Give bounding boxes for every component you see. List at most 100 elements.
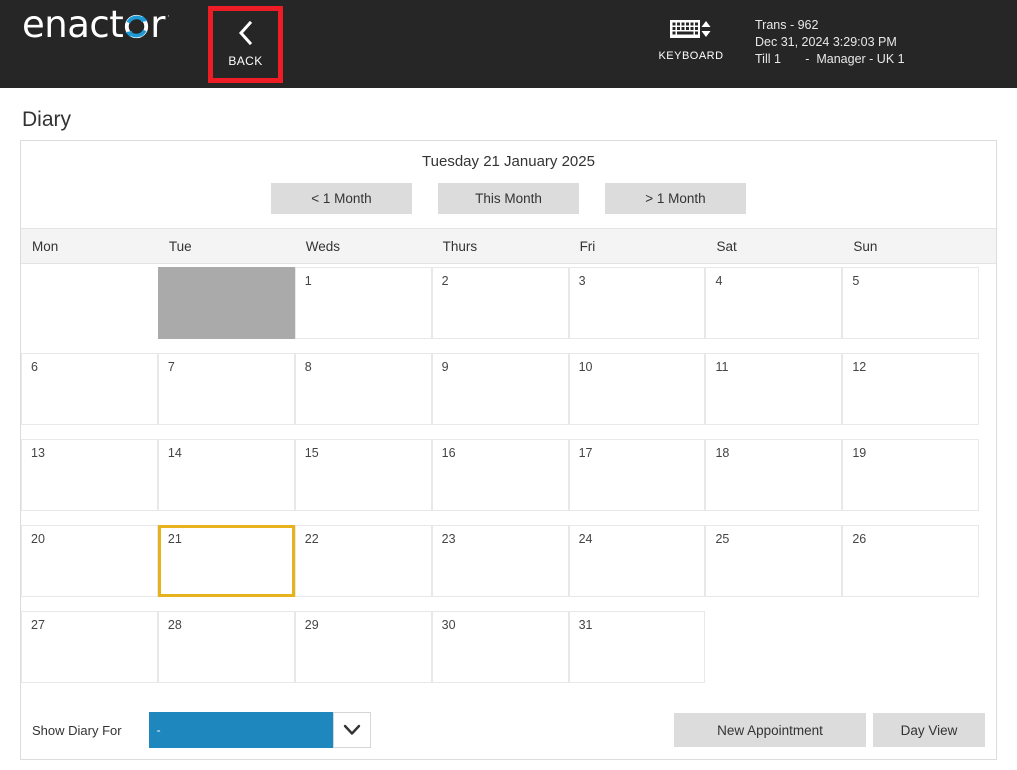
- calendar-day-number: 22: [304, 532, 319, 546]
- calendar-day-cell[interactable]: 15: [294, 439, 432, 511]
- calendar-day-cell[interactable]: 27: [21, 611, 158, 683]
- calendar-day-cell[interactable]: 20: [21, 525, 158, 597]
- new-appointment-button[interactable]: New Appointment: [674, 713, 866, 747]
- enactor-logo: enact r ·: [22, 0, 170, 88]
- calendar-day-cell[interactable]: 8: [294, 353, 432, 425]
- calendar-day-number: 17: [578, 446, 593, 460]
- keyboard-button-label: KEYBOARD: [658, 50, 724, 62]
- calendar-day-number: 21: [167, 532, 182, 546]
- keyboard-button[interactable]: KEYBOARD: [658, 12, 724, 62]
- logo-trademark: ·: [166, 12, 170, 22]
- day-of-week-header: Mon Tue Weds Thurs Fri Sat Sun: [21, 228, 996, 264]
- calendar-week-row: 27 28 29 30 31: [21, 610, 996, 696]
- calendar-cell-empty: [842, 611, 979, 683]
- calendar-day-cell[interactable]: 28: [157, 611, 295, 683]
- calendar-day-cell[interactable]: 5: [842, 267, 980, 339]
- dow-sat: Sat: [716, 238, 737, 254]
- calendar-cell-empty: [705, 611, 842, 683]
- calendar-day-number: 24: [578, 532, 593, 546]
- calendar-day-number: 31: [578, 618, 593, 632]
- calendar-day-number: 6: [31, 360, 38, 374]
- calendar-day-number: 30: [441, 618, 456, 632]
- calendar-day-number: 14: [167, 446, 182, 460]
- show-diary-for-value[interactable]: -: [148, 712, 333, 748]
- calendar-cell-empty: [21, 267, 158, 339]
- transaction-till-operator: Till 1 - Manager - UK 1: [755, 52, 905, 66]
- diary-footer: Show Diary For - New Appointment Day Vie…: [21, 701, 996, 759]
- logo-text: enact r ·: [22, 3, 170, 46]
- chevron-left-icon: [238, 20, 254, 50]
- calendar-day-number: 7: [167, 360, 175, 374]
- logo-text-after: r: [150, 3, 165, 46]
- calendar-day-number: 18: [715, 446, 730, 460]
- calendar-title: Tuesday 21 January 2025: [422, 153, 595, 170]
- calendar-grid: 1 2 3 4 5 6 7 8 9 10 11 12 13 14 15 16 17 18 19 20 21 22 23 24 2…: [21, 266, 996, 696]
- calendar-day-cell[interactable]: 2: [431, 267, 569, 339]
- chevron-down-icon[interactable]: [332, 712, 371, 748]
- calendar-day-number: 8: [304, 360, 312, 374]
- calendar-day-number: 12: [852, 360, 867, 374]
- calendar-day-cell[interactable]: 6: [21, 353, 158, 425]
- calendar-week-row: 13 14 15 16 17 18 19: [21, 438, 996, 524]
- calendar-day-cell[interactable]: 13: [21, 439, 158, 511]
- calendar-day-number: 28: [167, 618, 182, 632]
- calendar-day-cell[interactable]: 7: [157, 353, 295, 425]
- show-diary-for-label: Show Diary For: [32, 722, 122, 738]
- calendar-day-cell[interactable]: 29: [294, 611, 432, 683]
- day-view-button[interactable]: Day View: [873, 713, 985, 747]
- calendar-day-cell[interactable]: 16: [431, 439, 569, 511]
- calendar-day-cell[interactable]: 17: [568, 439, 706, 511]
- logo-text-before: enact: [22, 3, 124, 46]
- calendar-week-row: 20 21 22 23 24 25 26: [21, 524, 996, 610]
- calendar-day-number: 23: [441, 532, 456, 546]
- app-header: enact r · BACK KEYBOARD Trans - 962 Dec …: [0, 0, 1017, 88]
- transaction-id: Trans - 962: [755, 18, 819, 32]
- calendar-day-number: 16: [441, 446, 456, 460]
- calendar-day-number: 19: [852, 446, 867, 460]
- calendar-day-cell[interactable]: 31: [568, 611, 706, 683]
- prev-month-button[interactable]: < 1 Month: [271, 183, 412, 214]
- transaction-info: Trans - 962 Dec 31, 2024 3:29:03 PM Till…: [755, 17, 905, 68]
- back-button-label: BACK: [228, 53, 263, 68]
- calendar-day-cell[interactable]: 26: [842, 525, 980, 597]
- calendar-day-cell[interactable]: 10: [568, 353, 706, 425]
- calendar-day-number: 29: [304, 618, 319, 632]
- calendar-day-number: 9: [441, 360, 449, 374]
- calendar-day-cell[interactable]: 21: [157, 525, 295, 597]
- calendar-day-number: 27: [31, 618, 45, 632]
- next-month-button[interactable]: > 1 Month: [605, 183, 746, 214]
- dow-fri: Fri: [579, 238, 596, 254]
- dow-thurs: Thurs: [442, 238, 478, 254]
- calendar-day-cell[interactable]: 3: [568, 267, 706, 339]
- calendar-day-cell[interactable]: 12: [842, 353, 980, 425]
- calendar-nav: < 1 Month This Month > 1 Month: [21, 183, 996, 214]
- keyboard-icon: [668, 12, 714, 46]
- calendar-day-number: 25: [715, 532, 730, 546]
- calendar-day-number: 20: [31, 532, 45, 546]
- logo-circular-arrow-icon: [123, 13, 150, 40]
- calendar-day-cell[interactable]: 19: [842, 439, 980, 511]
- calendar-day-number: 5: [852, 274, 860, 288]
- show-diary-for-dropdown[interactable]: -: [148, 712, 371, 748]
- calendar-day-cell[interactable]: 4: [705, 267, 843, 339]
- transaction-datetime: Dec 31, 2024 3:29:03 PM: [755, 35, 897, 49]
- dow-tue: Tue: [168, 238, 192, 254]
- this-month-button[interactable]: This Month: [438, 183, 579, 214]
- calendar-day-cell[interactable]: 14: [157, 439, 295, 511]
- calendar-day-cell[interactable]: 25: [705, 525, 843, 597]
- calendar-day-cell[interactable]: 11: [705, 353, 843, 425]
- dow-sun: Sun: [853, 238, 878, 254]
- calendar-day-cell[interactable]: 22: [294, 525, 432, 597]
- back-button[interactable]: BACK: [208, 6, 283, 83]
- calendar-day-cell[interactable]: 9: [431, 353, 569, 425]
- calendar-day-cell[interactable]: 18: [705, 439, 843, 511]
- page-title: Diary: [22, 108, 72, 131]
- calendar-day-cell[interactable]: 23: [431, 525, 569, 597]
- calendar-day-cell[interactable]: 1: [294, 267, 432, 339]
- calendar-day-cell[interactable]: 24: [568, 525, 706, 597]
- dow-weds: Weds: [305, 238, 341, 254]
- calendar-day-cell[interactable]: 30: [431, 611, 569, 683]
- calendar-day-number: 11: [715, 360, 729, 374]
- calendar-week-row: 1 2 3 4 5: [21, 266, 996, 352]
- calendar-cell-blocked: [157, 267, 295, 339]
